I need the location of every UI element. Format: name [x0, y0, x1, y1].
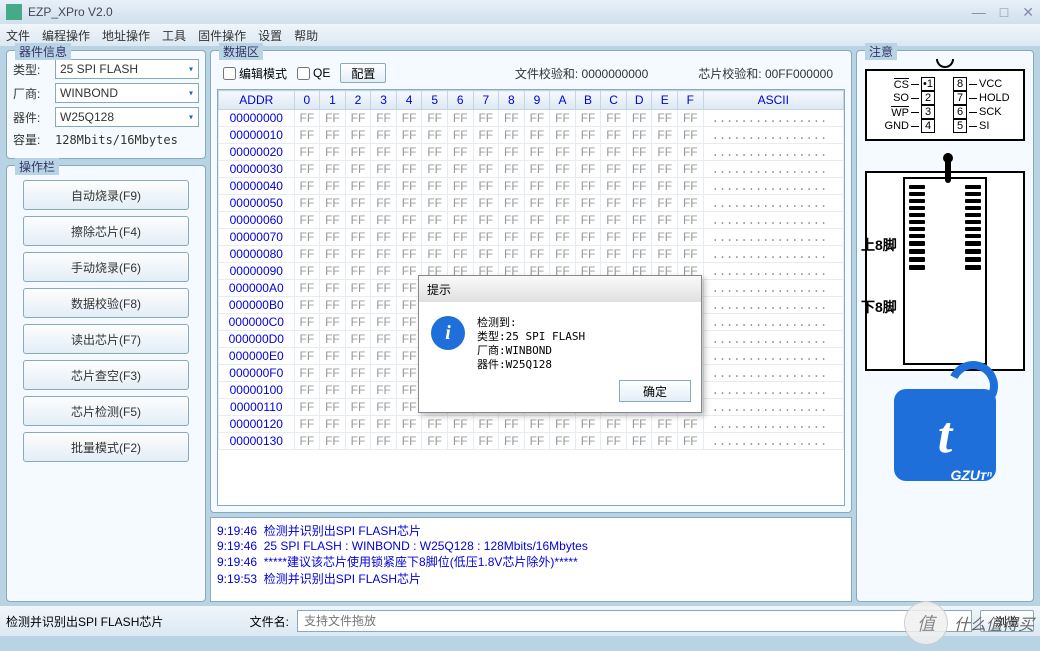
watermark-text: 什么值得买 [954, 611, 1034, 635]
brand-text: GZUᴛⁿ [950, 467, 992, 483]
lever-icon [945, 153, 951, 183]
app-title: EZP_XPro V2.0 [28, 5, 113, 19]
operations-title: 操作栏 [15, 158, 59, 175]
operations-group: 操作栏 自动烧录(F9)擦除芯片(F4)手动烧录(F6)数据校验(F8)读出芯片… [6, 165, 206, 602]
log-line: 9:19:53 检测并识别出SPI FLASH芯片 [217, 570, 845, 587]
menu-固件操作[interactable]: 固件操作 [198, 27, 246, 44]
type-combo[interactable]: 25 SPI FLASH [55, 59, 199, 79]
filename-input[interactable] [297, 610, 972, 632]
dialog-title: 提示 [419, 276, 701, 302]
chip-pinout-diagram: CS•18VCCSO27HOLDWP36SCKGND45SI [865, 69, 1025, 141]
log-view[interactable]: 9:19:46 检测并识别出SPI FLASH芯片9:19:46 25 SPI … [210, 517, 852, 602]
data-area-title: 数据区 [219, 43, 263, 60]
maximize-icon[interactable]: □ [1000, 4, 1008, 21]
menu-工具[interactable]: 工具 [162, 27, 186, 44]
config-button[interactable]: 配置 [340, 63, 386, 83]
lower-8pin-label: 下8脚 [861, 297, 897, 317]
part-combo[interactable]: W25Q128 [55, 107, 199, 127]
chip-checksum: 芯片校验和: 00FF000000 [698, 65, 833, 82]
notes-title: 注意 [865, 43, 897, 60]
brand-icon: t GZUᴛⁿ [894, 389, 996, 481]
watermark: 值 什么值得买 [904, 601, 1034, 645]
socket-diagram [865, 171, 1025, 371]
type-label: 类型: [13, 61, 51, 78]
op-button[interactable]: 手动烧录(F6) [23, 252, 189, 282]
op-button[interactable]: 自动烧录(F9) [23, 180, 189, 210]
op-button[interactable]: 擦除芯片(F4) [23, 216, 189, 246]
info-icon: i [431, 316, 465, 350]
op-button[interactable]: 批量模式(F2) [23, 432, 189, 462]
op-button[interactable]: 数据校验(F8) [23, 288, 189, 318]
op-button[interactable]: 芯片检测(F5) [23, 396, 189, 426]
menu-帮助[interactable]: 帮助 [294, 27, 318, 44]
dialog-message: 检测到: 类型:25 SPI FLASH 厂商:WINBOND 器件:W25Q1… [477, 316, 585, 372]
file-checksum: 文件校验和: 0000000000 [515, 65, 648, 82]
dialog-ok-button[interactable]: 确定 [619, 380, 691, 402]
close-icon[interactable]: ✕ [1022, 4, 1034, 21]
alert-dialog: 提示 i 检测到: 类型:25 SPI FLASH 厂商:WINBOND 器件:… [418, 275, 702, 413]
log-line: 9:19:46 检测并识别出SPI FLASH芯片 [217, 522, 845, 539]
menu-地址操作[interactable]: 地址操作 [102, 27, 150, 44]
status-text: 检测并识别出SPI FLASH芯片 [6, 613, 201, 630]
qe-check[interactable]: QE [297, 66, 330, 80]
menu-编程操作[interactable]: 编程操作 [42, 27, 90, 44]
menu-设置[interactable]: 设置 [258, 27, 282, 44]
device-info-group: 器件信息 类型:25 SPI FLASH 厂商:WINBOND 器件:W25Q1… [6, 50, 206, 159]
edit-mode-check[interactable]: 编辑模式 [223, 65, 287, 82]
device-info-title: 器件信息 [15, 43, 71, 60]
menu-文件[interactable]: 文件 [6, 27, 30, 44]
upper-8pin-label: 上8脚 [861, 235, 897, 255]
op-button[interactable]: 芯片查空(F3) [23, 360, 189, 390]
part-label: 器件: [13, 109, 51, 126]
capacity-label: 容量: [13, 131, 51, 148]
notes-group: 注意 CS•18VCCSO27HOLDWP36SCKGND45SI 上8脚 下8… [856, 50, 1034, 602]
watermark-icon: 值 [904, 601, 948, 645]
op-button[interactable]: 读出芯片(F7) [23, 324, 189, 354]
app-icon [6, 4, 22, 20]
capacity-value: 128Mbits/16Mbytes [55, 133, 178, 147]
window-controls: — □ ✕ [972, 4, 1034, 21]
vendor-combo[interactable]: WINBOND [55, 83, 199, 103]
filename-label: 文件名: [209, 613, 289, 630]
log-line: 9:19:46 *****建议该芯片使用锁紧座下8脚位(低压1.8V芯片除外)*… [217, 553, 845, 570]
minimize-icon[interactable]: — [972, 4, 986, 21]
vendor-label: 厂商: [13, 85, 51, 102]
log-line: 9:19:46 25 SPI FLASH : WINBOND : W25Q128… [217, 539, 845, 553]
title-bar: EZP_XPro V2.0 — □ ✕ [0, 0, 1040, 24]
